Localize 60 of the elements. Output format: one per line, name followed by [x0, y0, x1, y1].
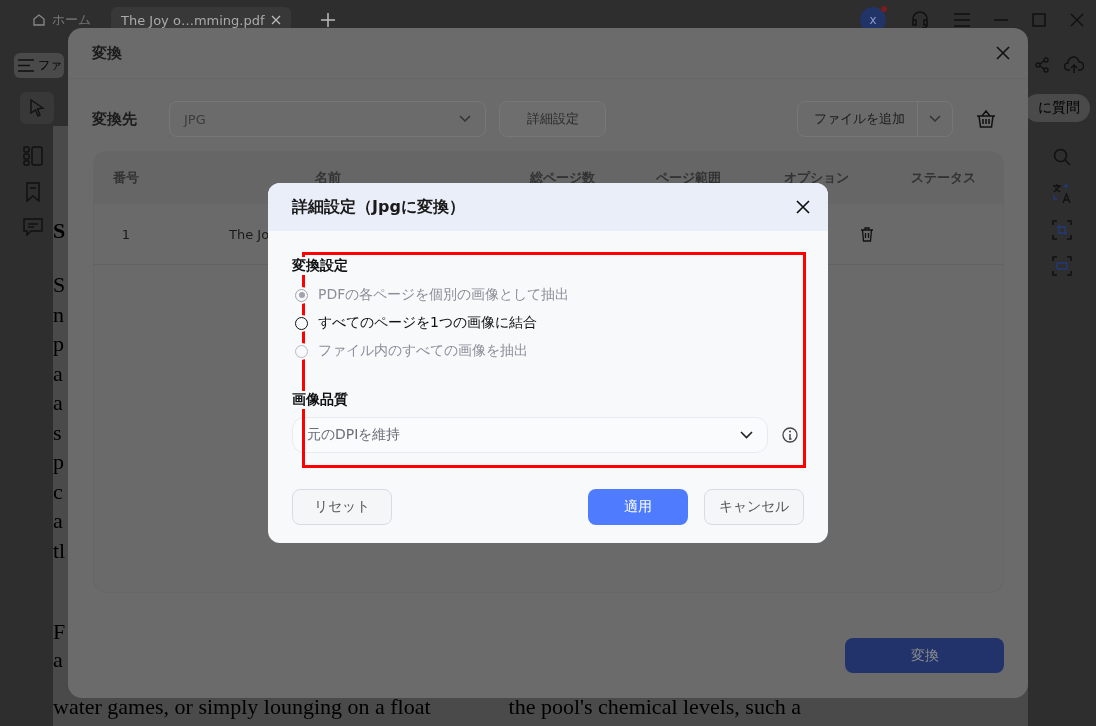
select-tool-button[interactable] [20, 92, 54, 124]
table-cell-text: The Jo [228, 226, 271, 242]
dialog-title: 変換 [92, 43, 122, 63]
crop-icon[interactable] [1052, 220, 1072, 240]
convert-button[interactable]: 変換 [845, 638, 1004, 673]
document-text-line: a [53, 507, 63, 535]
cloud-upload-icon[interactable] [1064, 56, 1084, 74]
chevron-down-icon [459, 115, 471, 123]
add-file-button[interactable]: ファイルを追加 [797, 101, 953, 137]
comment-icon[interactable] [22, 218, 43, 236]
radio-button[interactable] [295, 288, 308, 302]
document-text-line: F [53, 618, 66, 646]
home-icon [32, 13, 46, 27]
document-text-line: p [53, 448, 64, 476]
document-text-line: n [53, 300, 64, 329]
quality-dropdown[interactable]: 元のDPIを維持 [292, 417, 768, 453]
search-icon[interactable] [1053, 148, 1071, 166]
headset-icon[interactable] [910, 10, 930, 30]
document-text-line: a [53, 646, 63, 674]
dialog-title: 詳細設定（Jpgに変換） [292, 196, 465, 218]
info-icon[interactable] [782, 427, 798, 443]
document-text-line: the pool's chemical levels, such a [508, 694, 801, 720]
cancel-button[interactable]: キャンセル [704, 489, 804, 525]
basket-icon[interactable] [976, 109, 996, 129]
radio-option[interactable]: PDFの各ページを個別の画像として抽出 [292, 281, 804, 309]
table-cell-text: 1 [120, 226, 132, 242]
field-label: 変換先 [92, 109, 138, 129]
radio-button[interactable] [295, 344, 308, 358]
document-text-line: S [53, 271, 66, 299]
document-heading: S [53, 218, 66, 245]
plus-icon[interactable] [320, 13, 335, 27]
radio-option[interactable]: すべてのページを1つの画像に結合 [292, 309, 804, 337]
share-icon[interactable] [1034, 57, 1050, 73]
document-text-line: p [53, 330, 64, 358]
advanced-settings-button[interactable]: 詳細設定 [499, 101, 606, 137]
close-icon[interactable] [796, 200, 810, 214]
maximize-icon[interactable] [1032, 13, 1046, 27]
screenshot-icon[interactable] [1052, 256, 1072, 276]
document-text-line: c [53, 477, 63, 506]
document-text-line: a [53, 389, 63, 417]
chevron-down-icon [740, 431, 753, 439]
document-text-line: a [53, 359, 63, 388]
panel-icon[interactable] [22, 146, 43, 166]
apply-button[interactable]: 適用 [588, 489, 688, 525]
reset-button[interactable]: リセット [292, 489, 392, 525]
cursor-icon [29, 99, 45, 117]
section-label: 画像品質 [292, 391, 348, 409]
caret-icon[interactable] [929, 115, 941, 123]
document-text-line: s [53, 418, 62, 447]
radio-option[interactable]: ファイル内のすべての画像を抽出 [292, 337, 804, 365]
document-text-line: water games, or simply lounging on a float [53, 694, 431, 720]
section-label: 変換設定 [292, 257, 348, 275]
bookmark-icon[interactable] [23, 182, 42, 202]
translate-icon[interactable] [1052, 182, 1072, 204]
close-icon[interactable] [270, 15, 281, 25]
menu-icon[interactable] [954, 13, 970, 27]
menu-icon[interactable] [18, 58, 34, 72]
trash-icon[interactable] [860, 226, 874, 242]
radio-button[interactable] [295, 316, 308, 330]
document-text-line: tl [53, 536, 66, 565]
